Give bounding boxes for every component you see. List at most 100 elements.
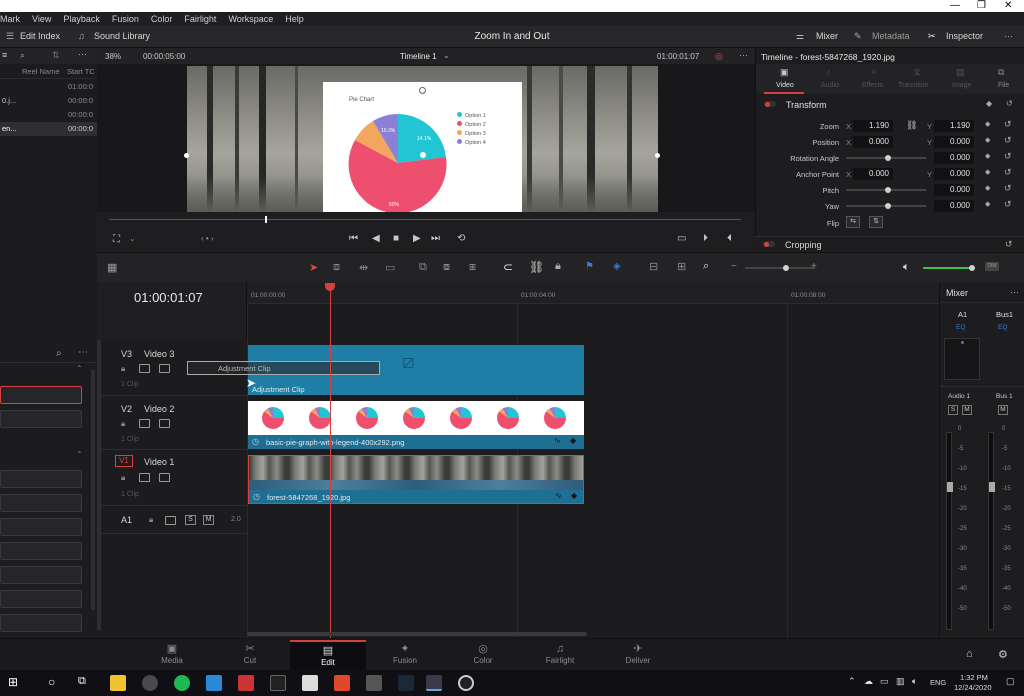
clip-nav-icon[interactable]: ‹ • › <box>201 234 214 243</box>
zoom-in-icon[interactable]: + <box>811 261 817 272</box>
spotify-icon[interactable] <box>174 675 190 691</box>
zoom-custom-icon[interactable]: ⌕ <box>703 260 709 273</box>
match-frame-icon[interactable]: ▭ <box>677 233 686 244</box>
list-item[interactable]: 00:00:0 <box>0 108 97 122</box>
marker-icon[interactable]: ◈ <box>613 261 621 272</box>
tab-audio[interactable]: ♪ Audio <box>810 64 850 94</box>
list-item-selected[interactable]: en... 00:00:0 <box>0 122 97 136</box>
scrubber-playhead[interactable] <box>265 216 267 223</box>
metadata-icon[interactable]: ✎ <box>854 31 862 42</box>
menu-help[interactable]: Help <box>279 14 310 24</box>
track-lock-icon[interactable]: 🔒︎ <box>121 364 125 374</box>
volume-slider[interactable] <box>923 267 973 269</box>
viewer-canvas[interactable]: Pie Chart 14.1% 10.3% 50% Option 1 Optio… <box>97 64 755 212</box>
home-icon[interactable]: ⌂ <box>966 648 973 660</box>
metadata-button[interactable]: Metadata <box>872 31 910 41</box>
list-item[interactable]: 0.j... 00:00:0 <box>0 94 97 108</box>
go-to-start-icon[interactable]: ⏮ <box>349 233 358 244</box>
app-icon[interactable] <box>238 675 254 691</box>
go-to-end-icon[interactable]: ⏭ <box>431 233 440 244</box>
track-auto-select-icon[interactable] <box>139 364 150 373</box>
app-icon[interactable] <box>366 675 382 691</box>
zoom-y-field[interactable]: 1.190 <box>934 120 974 132</box>
keyframe-diamond-icon[interactable]: ◆ <box>985 200 990 208</box>
keyframe-diamond-icon[interactable]: ◆ <box>986 99 992 108</box>
timeline-playhead[interactable] <box>330 284 331 638</box>
app-icon[interactable] <box>142 675 158 691</box>
effect-item[interactable] <box>0 470 82 488</box>
page-tab-fairlight[interactable]: ♫ Fairlight <box>522 640 598 670</box>
layout-icon[interactable]: ▦ <box>107 261 117 274</box>
mixer-options-icon[interactable]: ⋯ <box>1010 287 1019 298</box>
mute-button[interactable]: M <box>203 515 214 525</box>
page-tab-media[interactable]: ▣ Media <box>134 640 210 670</box>
position-lock-icon[interactable]: 🔒︎ <box>555 260 561 273</box>
trim-tool-icon[interactable]: ⧈ <box>333 261 340 274</box>
pitch-slider-knob[interactable] <box>885 187 891 193</box>
mixer-solo-button[interactable]: S <box>948 405 958 415</box>
cropping-toggle[interactable] <box>763 241 775 247</box>
zoom-out-icon[interactable]: − <box>731 261 737 272</box>
pie-graph-clip[interactable]: ◷ basic-pie-graph-with-legend-400x292.pn… <box>248 401 584 449</box>
pitch-field[interactable]: 0.000 <box>934 184 974 196</box>
position-y-field[interactable]: 0.000 <box>934 136 974 148</box>
replace-clip-icon[interactable]: ⧆ <box>469 261 476 274</box>
stop-icon[interactable]: ■ <box>393 233 399 244</box>
play-icon[interactable]: ▶ <box>413 233 421 244</box>
app-icon[interactable] <box>426 675 442 691</box>
page-tab-deliver[interactable]: ✈ Deliver <box>600 640 676 670</box>
inspector-icon[interactable]: ✂ <box>928 31 936 42</box>
anchor-x-field[interactable]: 0.000 <box>853 168 893 180</box>
effect-item[interactable] <box>0 518 82 536</box>
timeline-ruler[interactable]: 01:00:00:00 01:00:04:00 01:00:08:00 <box>247 282 939 304</box>
start-icon[interactable]: ⊞ <box>8 675 18 689</box>
menu-color[interactable]: Color <box>145 14 179 24</box>
bus1-fader[interactable] <box>989 482 995 492</box>
bus-mute-button[interactable]: M <box>998 405 1008 415</box>
selection-tool-icon[interactable]: ➤ <box>309 261 318 274</box>
reset-icon[interactable]: ↺ <box>1004 119 1012 130</box>
list-item[interactable]: 01:00:0 <box>0 80 97 94</box>
volume-icon[interactable]: 🔈︎ <box>912 676 917 687</box>
keyframe-diamond-icon[interactable]: ◆ <box>985 152 990 160</box>
task-view-icon[interactable]: ⧉ <box>78 675 86 688</box>
clock-date[interactable]: 12/24/2020 <box>954 683 992 692</box>
flag-icon[interactable]: ⚑ <box>585 261 594 272</box>
dynamic-trim-icon[interactable]: ⇹ <box>359 261 368 274</box>
effect-item[interactable] <box>0 614 82 632</box>
next-edit-icon[interactable]: ⏵ <box>703 233 708 244</box>
anchor-y-field[interactable]: 0.000 <box>934 168 974 180</box>
chevron-down-icon[interactable]: ⌄ <box>129 234 136 243</box>
keyframe-diamond-icon[interactable]: ◆ <box>985 120 990 128</box>
tray-chevron-icon[interactable]: ⌃ <box>848 676 856 687</box>
search-icon[interactable]: ⌕ <box>20 50 25 61</box>
scrubber-track[interactable] <box>109 219 741 220</box>
track-enable-icon[interactable] <box>159 364 170 373</box>
app-icon[interactable] <box>302 675 318 691</box>
brave-icon[interactable] <box>334 675 350 691</box>
list-view-icon[interactable]: ≡ <box>2 50 7 60</box>
menu-fairlight[interactable]: Fairlight <box>178 14 222 24</box>
tab-video[interactable]: ▣ Video <box>764 64 804 94</box>
page-tab-color[interactable]: ◎ Color <box>445 640 521 670</box>
page-tab-cut[interactable]: ✂ Cut <box>212 640 288 670</box>
restore-icon[interactable]: ❐ <box>977 0 986 11</box>
mixer-mute-button[interactable]: M <box>962 405 972 415</box>
effect-item[interactable] <box>0 494 82 512</box>
track-header-scrollbar[interactable] <box>97 340 101 630</box>
track-header-v2[interactable]: V2 Video 2 🔒︎ 1 Clip <box>97 396 247 450</box>
clip-curve-icon[interactable]: ∿ <box>554 436 561 445</box>
zoom-x-field[interactable]: 1.190 <box>853 120 893 132</box>
chevron-down-icon[interactable]: ⌄ <box>443 51 450 60</box>
steam-icon[interactable] <box>398 675 414 691</box>
sort-icon[interactable]: ⇅ <box>52 50 60 61</box>
reset-icon[interactable]: ↺ <box>1004 135 1012 146</box>
eq-button[interactable]: EQ <box>956 324 965 331</box>
resize-handle-right[interactable] <box>655 153 660 158</box>
track-header-v1[interactable]: V1 Video 1 🔒︎ 1 Clip <box>97 450 247 506</box>
reset-icon[interactable]: ↺ <box>1006 99 1013 108</box>
col-reel-name[interactable]: Reel Name <box>22 67 60 76</box>
transform-section-header[interactable]: Transform ◆ ↺ <box>756 98 1024 112</box>
tab-effects[interactable]: ✧ Effects <box>854 64 894 94</box>
mixer-button[interactable]: Mixer <box>816 31 838 41</box>
